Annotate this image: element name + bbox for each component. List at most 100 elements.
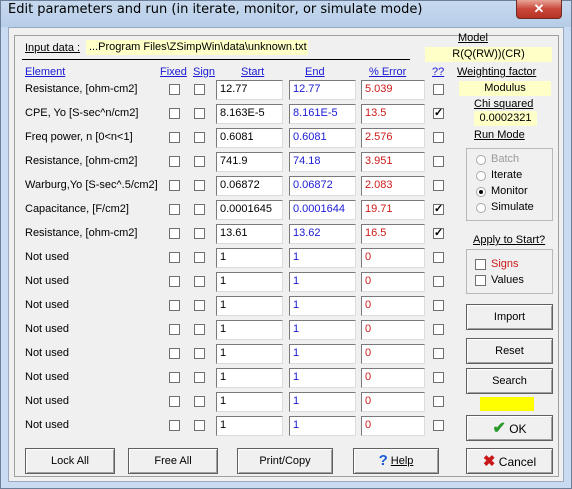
row-error-input[interactable]: 0 [361, 344, 425, 364]
row-fixed-checkbox[interactable] [169, 84, 180, 95]
row-fixed-checkbox[interactable] [169, 300, 180, 311]
row-start-input[interactable]: 0.06872 [216, 176, 283, 196]
row-start-input[interactable]: 13.61 [216, 224, 283, 244]
row-sign-checkbox[interactable] [194, 180, 205, 191]
row-start-input[interactable]: 1 [216, 416, 283, 436]
row-sign-checkbox[interactable] [194, 252, 205, 263]
row-sign-checkbox[interactable] [194, 204, 205, 215]
row-qq-checkbox[interactable] [433, 300, 444, 311]
row-qq-checkbox[interactable] [433, 156, 444, 167]
row-sign-checkbox[interactable] [194, 84, 205, 95]
row-end-input[interactable]: 12.77 [289, 80, 356, 100]
row-qq-checkbox[interactable] [433, 396, 444, 407]
row-error-input[interactable]: 2.083 [361, 176, 425, 196]
search-button[interactable]: Search [466, 368, 553, 394]
run-mode-radio[interactable] [476, 187, 486, 197]
row-start-input[interactable]: 1 [216, 248, 283, 268]
row-end-input[interactable]: 1 [289, 416, 356, 436]
row-sign-checkbox[interactable] [194, 348, 205, 359]
row-end-input[interactable]: 13.62 [289, 224, 356, 244]
row-start-input[interactable]: 1 [216, 368, 283, 388]
apply-values-checkbox[interactable] [475, 275, 486, 286]
row-fixed-checkbox[interactable] [169, 324, 180, 335]
row-end-input[interactable]: 74.18 [289, 152, 356, 172]
row-qq-checkbox[interactable] [433, 180, 444, 191]
row-qq-checkbox[interactable] [433, 84, 444, 95]
row-start-input[interactable]: 1 [216, 296, 283, 316]
row-start-input[interactable]: 1 [216, 272, 283, 292]
row-sign-checkbox[interactable] [194, 228, 205, 239]
row-fixed-checkbox[interactable] [169, 276, 180, 287]
ok-button[interactable]: ✔ OK [466, 415, 553, 441]
row-qq-checkbox[interactable]: ✓ [433, 108, 444, 119]
title-bar[interactable]: Edit parameters and run (in iterate, mon… [0, 0, 572, 22]
row-error-input[interactable]: 0 [361, 272, 425, 292]
row-error-input[interactable]: 19.71 [361, 200, 425, 220]
row-error-input[interactable]: 5.039 [361, 80, 425, 100]
row-end-input[interactable]: 0.6081 [289, 128, 356, 148]
row-sign-checkbox[interactable] [194, 420, 205, 431]
row-start-input[interactable]: 8.163E-5 [216, 104, 283, 124]
free-all-button[interactable]: Free All [128, 448, 218, 474]
row-end-input[interactable]: 1 [289, 272, 356, 292]
row-fixed-checkbox[interactable] [169, 228, 180, 239]
row-fixed-checkbox[interactable] [169, 132, 180, 143]
row-fixed-checkbox[interactable] [169, 252, 180, 263]
row-error-input[interactable]: 2.576 [361, 128, 425, 148]
row-end-input[interactable]: 1 [289, 392, 356, 412]
row-sign-checkbox[interactable] [194, 132, 205, 143]
row-qq-checkbox[interactable]: ✓ [433, 204, 444, 215]
row-qq-checkbox[interactable] [433, 276, 444, 287]
row-start-input[interactable]: 741.9 [216, 152, 283, 172]
row-start-input[interactable]: 0.0001645 [216, 200, 283, 220]
row-fixed-checkbox[interactable] [169, 348, 180, 359]
row-sign-checkbox[interactable] [194, 276, 205, 287]
row-fixed-checkbox[interactable] [169, 156, 180, 167]
row-qq-checkbox[interactable] [433, 252, 444, 263]
row-end-input[interactable]: 1 [289, 320, 356, 340]
row-sign-checkbox[interactable] [194, 108, 205, 119]
run-mode-radio[interactable] [476, 171, 486, 181]
row-error-input[interactable]: 13.5 [361, 104, 425, 124]
import-button[interactable]: Import [466, 304, 553, 330]
row-sign-checkbox[interactable] [194, 300, 205, 311]
row-qq-checkbox[interactable] [433, 420, 444, 431]
row-fixed-checkbox[interactable] [169, 180, 180, 191]
row-end-input[interactable]: 1 [289, 296, 356, 316]
reset-button[interactable]: Reset [466, 338, 553, 364]
row-error-input[interactable]: 0 [361, 416, 425, 436]
row-error-input[interactable]: 0 [361, 320, 425, 340]
row-fixed-checkbox[interactable] [169, 204, 180, 215]
row-end-input[interactable]: 1 [289, 368, 356, 388]
row-fixed-checkbox[interactable] [169, 420, 180, 431]
row-sign-checkbox[interactable] [194, 324, 205, 335]
row-error-input[interactable]: 0 [361, 296, 425, 316]
run-mode-radio[interactable] [476, 203, 486, 213]
row-end-input[interactable]: 0.06872 [289, 176, 356, 196]
row-sign-checkbox[interactable] [194, 396, 205, 407]
row-error-input[interactable]: 0 [361, 368, 425, 388]
row-end-input[interactable]: 8.161E-5 [289, 104, 356, 124]
row-end-input[interactable]: 1 [289, 248, 356, 268]
row-error-input[interactable]: 0 [361, 392, 425, 412]
row-error-input[interactable]: 0 [361, 248, 425, 268]
apply-signs-checkbox[interactable] [475, 259, 486, 270]
row-start-input[interactable]: 0.6081 [216, 128, 283, 148]
row-qq-checkbox[interactable] [433, 348, 444, 359]
print-copy-button[interactable]: Print/Copy [237, 448, 333, 474]
row-fixed-checkbox[interactable] [169, 108, 180, 119]
row-fixed-checkbox[interactable] [169, 396, 180, 407]
row-end-input[interactable]: 1 [289, 344, 356, 364]
row-sign-checkbox[interactable] [194, 156, 205, 167]
row-start-input[interactable]: 1 [216, 344, 283, 364]
row-sign-checkbox[interactable] [194, 372, 205, 383]
row-error-input[interactable]: 3.951 [361, 152, 425, 172]
row-qq-checkbox[interactable] [433, 132, 444, 143]
help-button[interactable]: ? Help [353, 448, 439, 474]
row-error-input[interactable]: 16.5 [361, 224, 425, 244]
row-start-input[interactable]: 1 [216, 392, 283, 412]
lock-all-button[interactable]: Lock All [25, 448, 115, 474]
row-fixed-checkbox[interactable] [169, 372, 180, 383]
close-button[interactable]: ✕ [516, 0, 562, 19]
row-start-input[interactable]: 12.77 [216, 80, 283, 100]
